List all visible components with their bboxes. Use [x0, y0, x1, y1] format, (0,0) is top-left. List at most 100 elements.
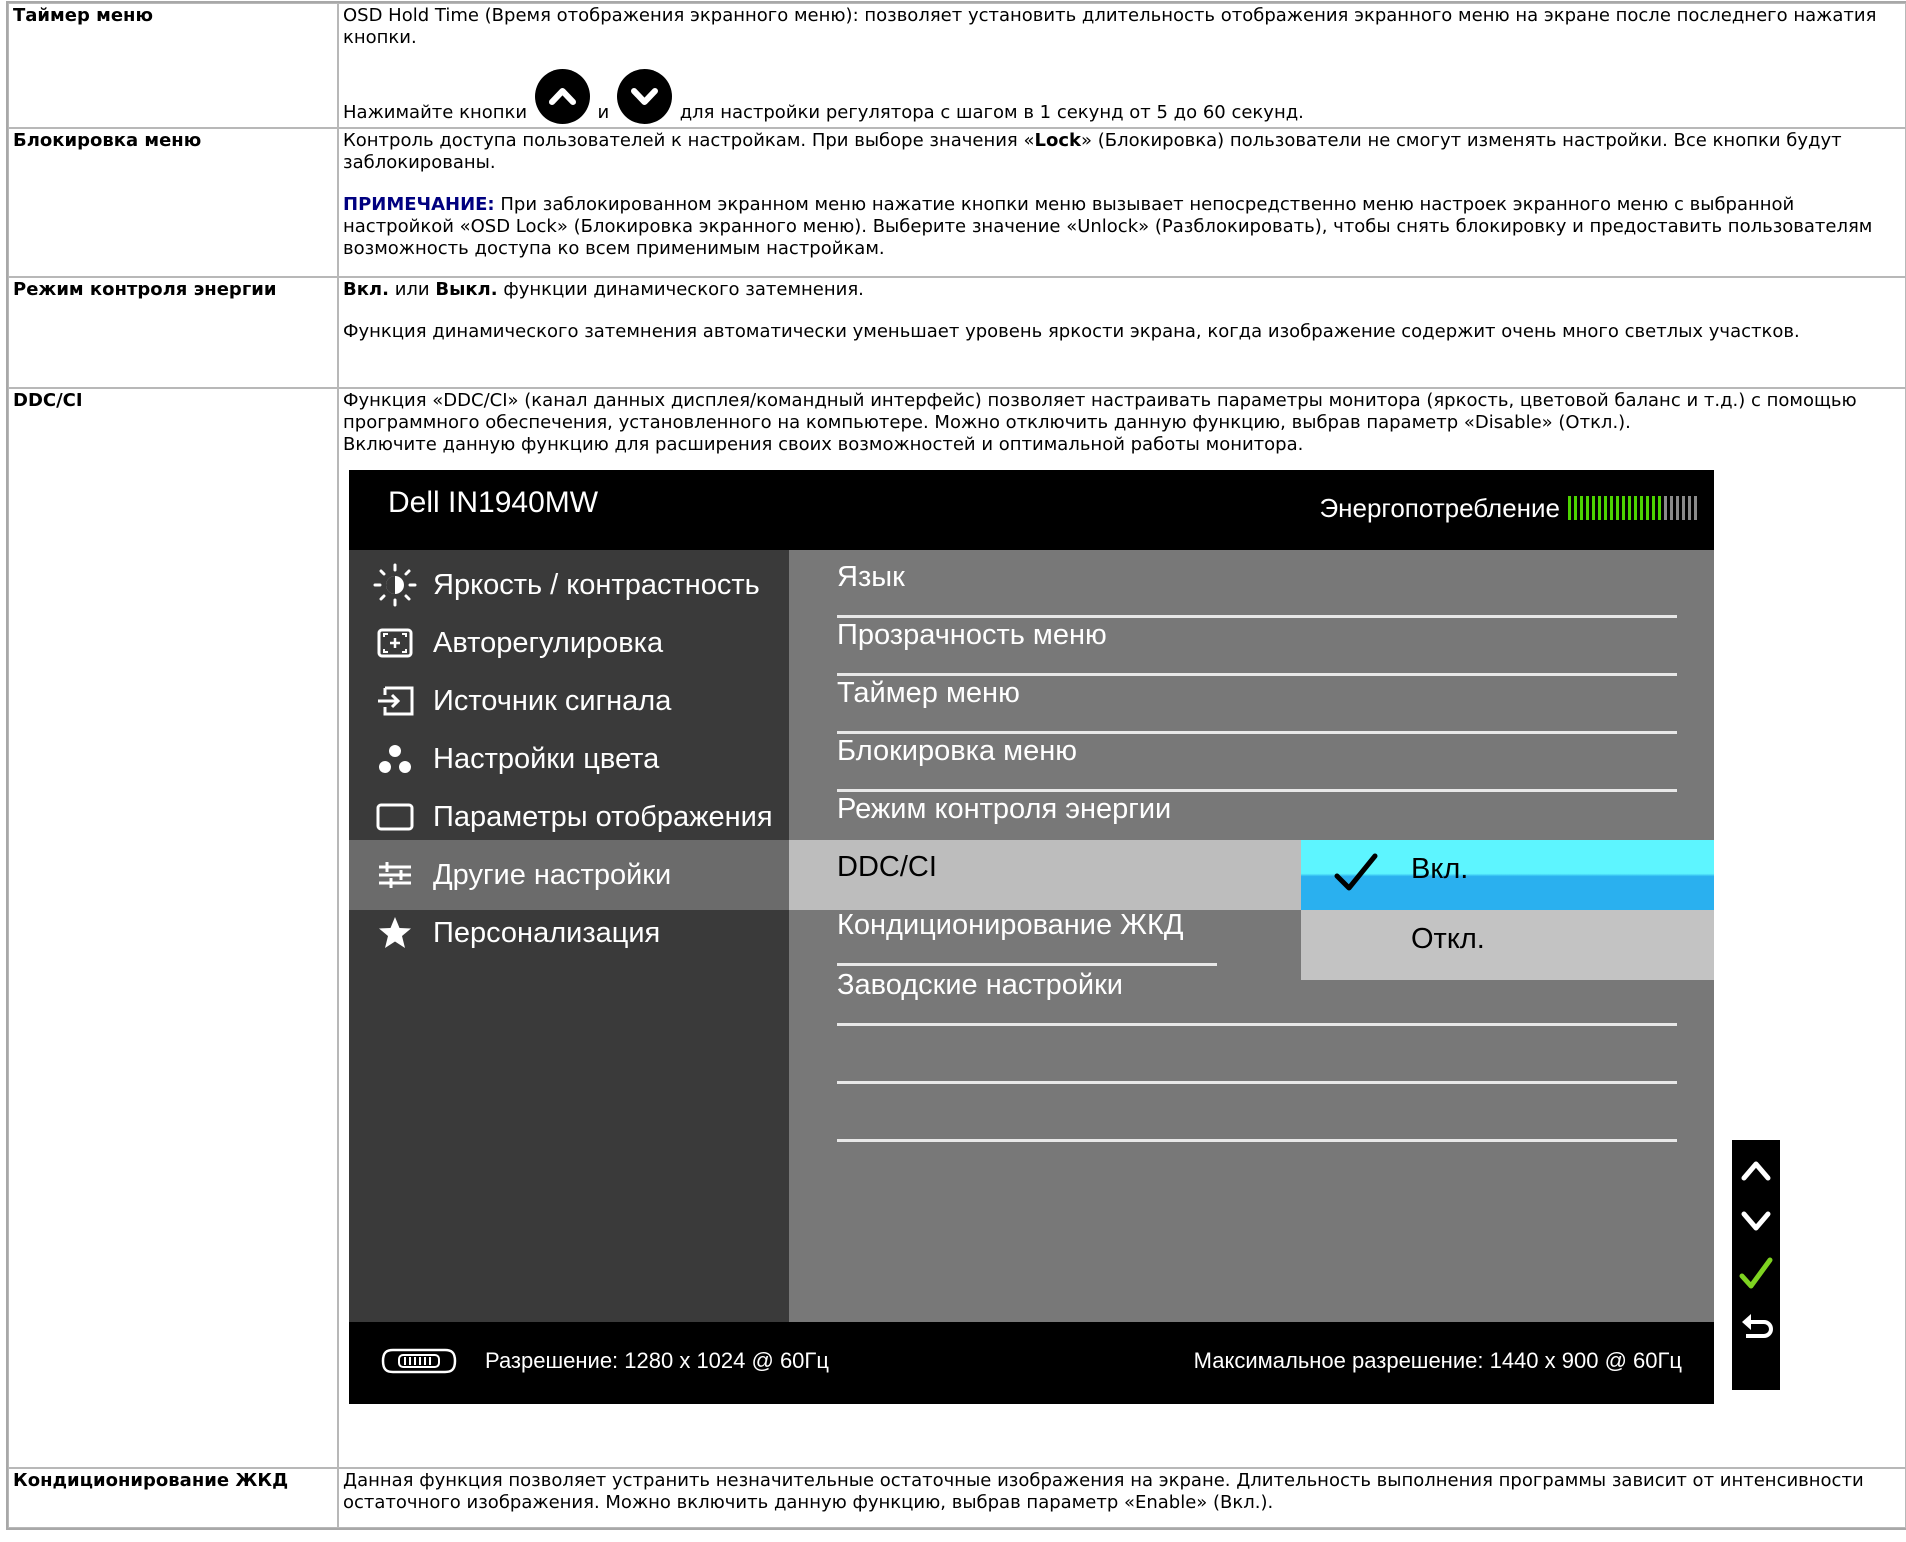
input-source-icon [369, 681, 421, 721]
lock-text: Контроль доступа пользователей к настрой… [343, 130, 1035, 151]
energy-bar-segment [1580, 496, 1583, 520]
energy-bar-segment [1676, 496, 1679, 520]
menu-item-label: Источник сигнала [433, 685, 672, 717]
lock-paragraph-1: Контроль доступа пользователей к настрой… [343, 130, 1901, 174]
energy-bar-segment [1610, 496, 1613, 520]
energy-bar-segment [1628, 496, 1631, 520]
note: ПРИМЕЧАНИЕ: При заблокированном экранном… [343, 194, 1901, 260]
timer-text-and: и [597, 102, 610, 123]
osd-main-menu: Яркость / контрастность Авторегулировка [349, 550, 789, 1322]
row-menu-lock: Блокировка меню Контроль доступа пользов… [8, 128, 1906, 277]
energy-bar-segment [1682, 496, 1685, 520]
checkmark-icon [1333, 850, 1379, 898]
energy-meter: Энергопотребление [1319, 495, 1700, 521]
osd-screenshot-area: Dell IN1940MW Энергопотребление Яркость … [343, 456, 1901, 1404]
timer-paragraph-2: Нажимайте кнопки и для настройки регулят… [343, 69, 1901, 124]
other-settings-icon [369, 855, 421, 895]
timer-text-before: Нажимайте кнопки [343, 102, 528, 123]
option-label: Откл. [1411, 923, 1485, 955]
down-button-icon [616, 69, 672, 124]
settings-doc-table: Таймер меню OSD Hold Time (Время отображ… [6, 1, 1906, 1530]
row-description: Данная функция позволяет устранить незна… [338, 1468, 1906, 1528]
menu-item-label: Яркость / контрастность [433, 569, 760, 601]
energy-bar-segment [1592, 496, 1595, 520]
energy-paragraph-2: Функция динамического затемнения автомат… [343, 321, 1800, 342]
energy-bar-segment [1664, 496, 1667, 520]
confirm-check-icon[interactable] [1738, 1252, 1774, 1296]
submenu-label: Таймер меню [837, 677, 1020, 709]
row-label: Блокировка меню [8, 128, 338, 277]
option-off[interactable]: Откл. [1301, 910, 1714, 980]
row-label: Таймер меню [8, 3, 338, 128]
display-settings-icon [369, 797, 421, 837]
ddc-paragraph-2: Включите данную функцию для расширения с… [343, 434, 1304, 455]
energy-bar-segment [1640, 496, 1643, 520]
energy-bar-segment [1652, 496, 1655, 520]
menu-item-label: Авторегулировка [433, 627, 664, 659]
option-label: Вкл. [1411, 853, 1469, 885]
submenu-label: Режим контроля энергии [837, 793, 1172, 825]
current-resolution: Разрешение: 1280 x 1024 @ 60Гц [485, 1348, 829, 1373]
submenu-label: Прозрачность меню [837, 619, 1107, 651]
row-label: Кондиционирование ЖКД [8, 1468, 338, 1528]
menu-item-label: Другие настройки [433, 859, 672, 891]
separator [837, 1139, 1677, 1142]
submenu-label: Блокировка меню [837, 735, 1077, 767]
ddc-paragraph-1: Функция «DDC/CI» (канал данных дисплея/к… [343, 390, 1857, 433]
option-on[interactable]: Вкл. [1301, 840, 1714, 910]
energy-off-bold: Выкл. [435, 279, 498, 300]
energy-bar-segment [1670, 496, 1673, 520]
auto-adjust-icon [369, 623, 421, 663]
submenu-label: Заводские настройки [837, 969, 1123, 1001]
osd-menu: Dell IN1940MW Энергопотребление Яркость … [349, 470, 1714, 1404]
back-icon[interactable] [1738, 1304, 1774, 1348]
row-description: Функция «DDC/CI» (канал данных дисплея/к… [338, 388, 1906, 1468]
submenu-label: DDC/CI [837, 851, 937, 883]
up-arrow-icon[interactable] [1738, 1148, 1774, 1192]
lock-bold: Lock [1034, 130, 1081, 151]
menu-item-label: Настройки цвета [433, 743, 660, 775]
energy-bar-segment [1574, 496, 1577, 520]
energy-bar-segment [1694, 496, 1697, 520]
energy-bar-segment [1568, 496, 1571, 520]
row-description: Вкл. или Выкл. функции динамического зат… [338, 277, 1906, 388]
up-button-icon [534, 69, 590, 124]
energy-bar-segment [1616, 496, 1619, 520]
energy-on-bold: Вкл. [343, 279, 389, 300]
timer-text-after: для настройки регулятора с шагом в 1 сек… [679, 102, 1304, 123]
energy-paragraph-1: Вкл. или Выкл. функции динамического зат… [343, 279, 1901, 301]
energy-text: функции динамического затемнения. [503, 279, 864, 300]
energy-bar-segment [1634, 496, 1637, 520]
note-label: ПРИМЕЧАНИЕ: [343, 194, 495, 215]
energy-bar-segment [1646, 496, 1649, 520]
row-lcd-conditioning: Кондиционирование ЖКД Данная функция поз… [8, 1468, 1906, 1528]
osd-submenu: Язык Прозрачность меню Таймер меню Блоки… [789, 550, 1714, 1322]
menu-item-label: Параметры отображения [433, 801, 773, 833]
energy-bar-segment [1622, 496, 1625, 520]
vga-connector-icon [379, 1346, 459, 1380]
osd-footer: Разрешение: 1280 x 1024 @ 60Гц Максималь… [349, 1322, 1714, 1404]
row-menu-timer: Таймер меню OSD Hold Time (Время отображ… [8, 3, 1906, 128]
note-text: При заблокированном экранном меню нажати… [343, 194, 1873, 259]
energy-or: или [394, 279, 430, 300]
down-arrow-icon[interactable] [1738, 1200, 1774, 1244]
row-label: Режим контроля энергии [8, 277, 338, 388]
row-description: Контроль доступа пользователей к настрой… [338, 128, 1906, 277]
osd-nav-buttons [1732, 1140, 1780, 1390]
star-icon [369, 913, 421, 953]
osd-title: Dell IN1940MW [388, 486, 599, 519]
brightness-icon [369, 563, 421, 607]
energy-bars [1568, 496, 1700, 520]
color-settings-icon [369, 739, 421, 779]
energy-bar-segment [1604, 496, 1607, 520]
submenu-empty-slot [789, 1074, 1714, 1144]
row-energy-mode: Режим контроля энергии Вкл. или Выкл. фу… [8, 277, 1906, 388]
submenu-label: Язык [837, 561, 905, 593]
energy-bar-segment [1688, 496, 1691, 520]
row-description: OSD Hold Time (Время отображения экранно… [338, 3, 1906, 128]
row-ddc-ci: DDC/CI Функция «DDC/CI» (канал данных ди… [8, 388, 1906, 1468]
submenu-label: Кондиционирование ЖКД [837, 909, 1184, 941]
energy-bar-segment [1586, 496, 1589, 520]
menu-item-label: Персонализация [433, 917, 661, 949]
menu-item-personalize[interactable]: Персонализация [349, 898, 789, 968]
